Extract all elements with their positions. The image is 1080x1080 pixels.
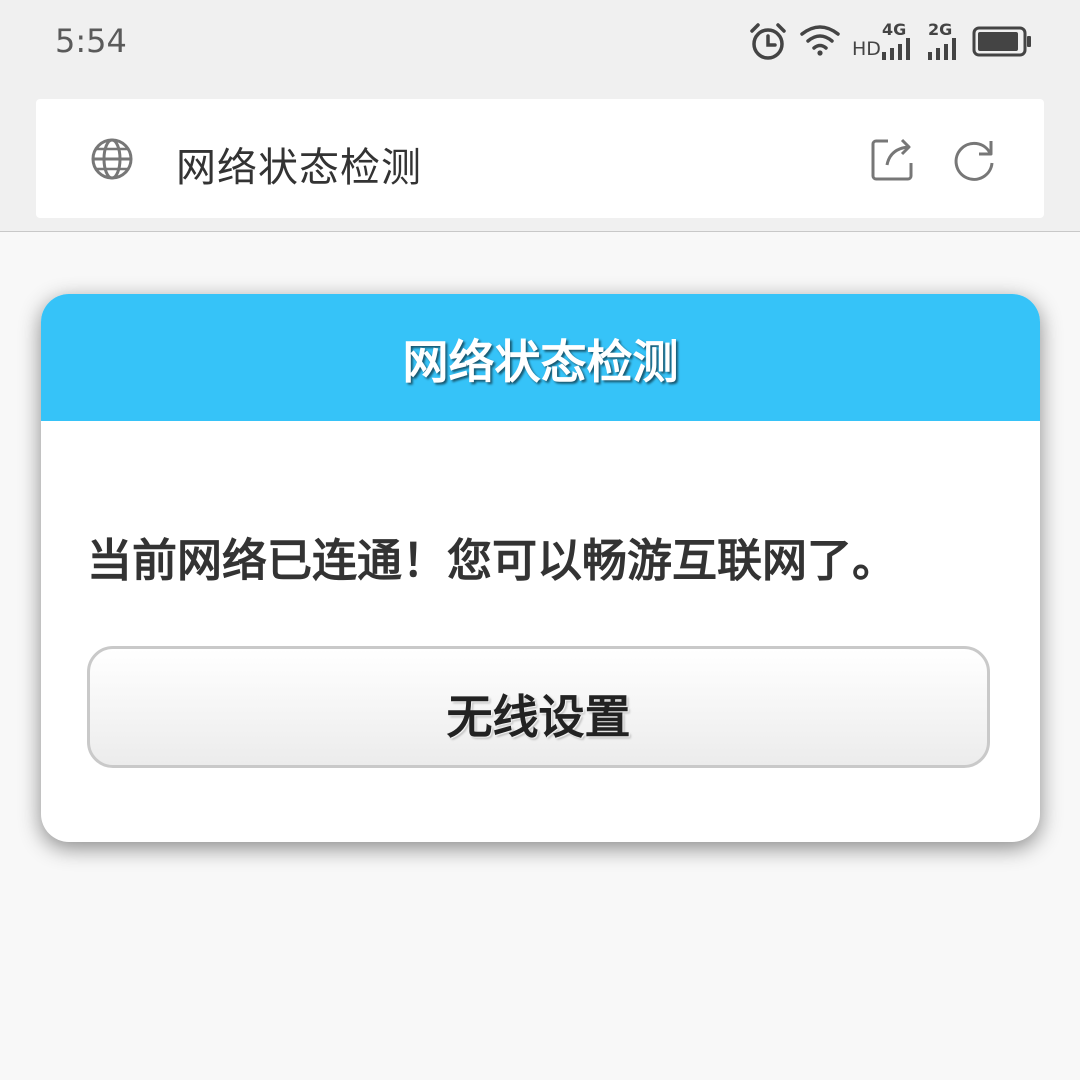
alarm-icon bbox=[750, 23, 786, 60]
network-status-dialog: 网络状态检测 当前网络已连通！您可以畅游互联网了。 无线设置 bbox=[41, 294, 1040, 842]
dialog-message: 当前网络已连通！您可以畅游互联网了。 bbox=[87, 534, 898, 587]
wifi-icon bbox=[800, 25, 840, 56]
browser-header: 网络状态检测 bbox=[0, 86, 1080, 232]
signal-2g-icon bbox=[928, 38, 956, 60]
page-title: 网络状态检测 bbox=[176, 145, 422, 191]
globe-icon bbox=[91, 138, 133, 180]
hd-label: HD bbox=[852, 38, 881, 60]
status-bar: 5:54 HD 4G 2G bbox=[0, 0, 1080, 86]
wifi-settings-button-label: 无线设置 bbox=[446, 690, 631, 744]
status-time: 5:54 bbox=[55, 22, 127, 60]
battery-icon bbox=[972, 26, 1031, 57]
refresh-icon[interactable] bbox=[952, 135, 998, 183]
status-icons: HD 4G 2G bbox=[748, 20, 1038, 66]
dialog-header: 网络状态检测 bbox=[41, 294, 1040, 421]
wifi-settings-button[interactable]: 无线设置 bbox=[87, 646, 990, 768]
signal-4g-icon bbox=[882, 38, 910, 60]
address-bar[interactable]: 网络状态检测 bbox=[36, 99, 1044, 218]
dialog-title: 网络状态检测 bbox=[402, 335, 679, 389]
share-icon[interactable] bbox=[870, 135, 916, 183]
